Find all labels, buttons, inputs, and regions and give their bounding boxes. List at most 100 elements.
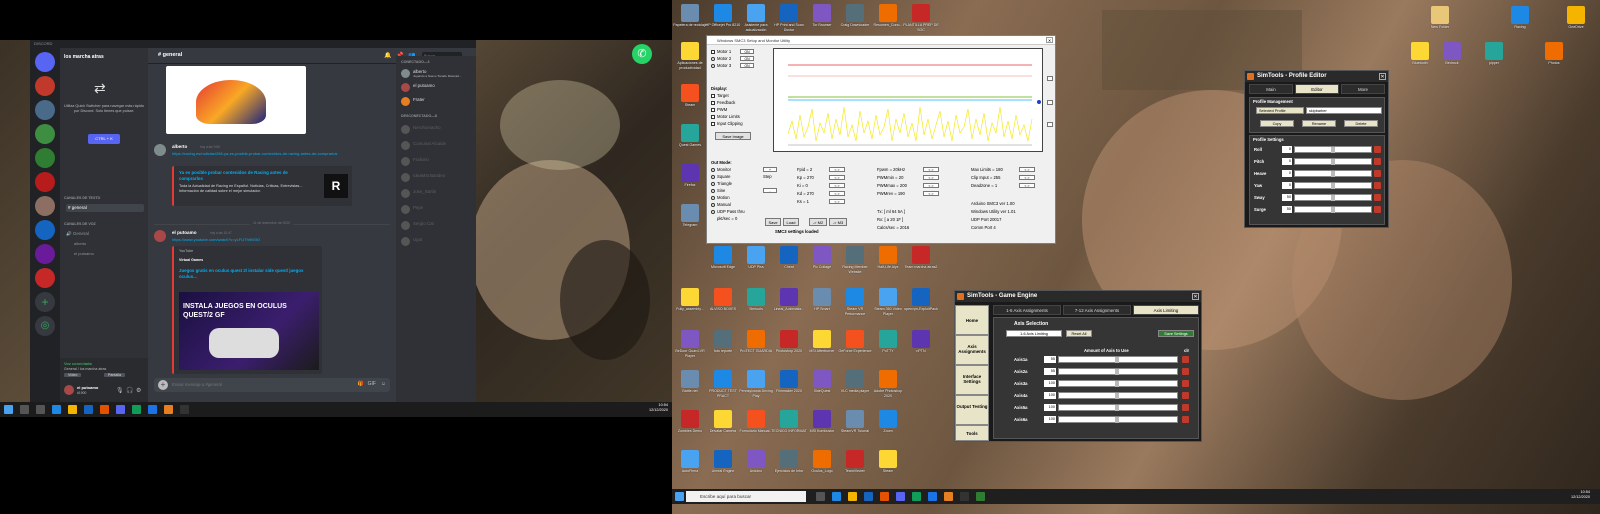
row-clear-button[interactable] xyxy=(1374,170,1381,177)
desktop-icon[interactable]: BeDoor Guard-VR Player xyxy=(672,330,708,366)
desktop-icon[interactable]: HP Smart xyxy=(804,288,840,324)
desktop-icon[interactable]: PRODUCT TEST PRACT xyxy=(705,370,741,406)
copy-m3-button[interactable]: -> M3 xyxy=(829,218,847,226)
desktop-icon[interactable]: Pennsylvania Driving Play xyxy=(738,370,774,406)
axis-clear-button[interactable] xyxy=(1182,404,1189,411)
video-button[interactable]: Vídeo xyxy=(64,373,82,377)
tab-axis-limiting[interactable]: Axis Limiting xyxy=(1133,305,1199,315)
member-item[interactable]: alberto Jugando a Nuevo Tocado Retocad... xyxy=(401,68,473,80)
outmode-option[interactable]: UDP Pass thru xyxy=(711,209,745,214)
desktop-icon[interactable]: SideQuest xyxy=(804,370,840,406)
tab-1-6-axis[interactable]: 1-6 Axis Assignments xyxy=(993,305,1061,315)
emoji-icon[interactable]: ☺ xyxy=(381,381,386,387)
member-item[interactable]: Nerohomacho xyxy=(401,124,473,136)
desktop-icon[interactable]: Lineal_Automatiz... xyxy=(771,288,807,324)
outmode-option[interactable]: Triangle xyxy=(711,181,732,186)
row-slider[interactable] xyxy=(1294,146,1372,153)
app-icon[interactable] xyxy=(148,405,157,414)
desktop-icon[interactable]: Quest Games xyxy=(672,124,708,160)
desktop-icon[interactable]: nPTN xyxy=(903,330,939,366)
app-icon[interactable] xyxy=(928,492,937,501)
desktop-icon[interactable]: Unreal Engine xyxy=(705,450,741,486)
avatar[interactable] xyxy=(64,385,74,395)
helmet-image[interactable] xyxy=(166,66,306,134)
slider-thumb[interactable] xyxy=(1115,381,1119,387)
member-item[interactable]: Sergio Cat xyxy=(401,220,473,232)
side-axis-assignments[interactable]: Axis Assignments xyxy=(955,335,989,365)
step-down-button[interactable]: - xyxy=(763,188,777,193)
axis-slider[interactable] xyxy=(1058,380,1178,387)
message-author[interactable]: alberto xyxy=(172,144,187,149)
discord-icon[interactable] xyxy=(896,492,905,501)
slider-thumb[interactable] xyxy=(1331,195,1335,201)
desktop-icon[interactable]: New Folder xyxy=(1422,6,1458,42)
slider-thumb[interactable] xyxy=(1331,171,1335,177)
param-adjust-button[interactable]: < > xyxy=(1019,183,1035,188)
slider-thumb[interactable] xyxy=(1331,183,1335,189)
param-adjust-button[interactable]: < > xyxy=(829,175,845,180)
axis-value[interactable]: 100 xyxy=(1044,404,1056,411)
gear-icon[interactable]: ⚙ xyxy=(136,387,141,394)
outmode-option[interactable]: Motion xyxy=(711,195,730,200)
message-link[interactable]: https://racing.es/noticias/266-ya-es-pos… xyxy=(172,151,382,156)
desktop-icon[interactable]: Battle.net xyxy=(672,370,708,406)
desktop-icon[interactable]: pipper xyxy=(1476,42,1512,78)
side-home[interactable]: Home xyxy=(955,305,989,335)
start-icon[interactable] xyxy=(4,405,13,414)
desktop-icon[interactable]: GeForce Experience xyxy=(837,330,873,366)
server-icon[interactable] xyxy=(35,268,55,288)
param-adjust-button[interactable]: < > xyxy=(1019,167,1035,172)
server-icon[interactable] xyxy=(35,220,55,240)
side-output-testing[interactable]: Output Testing xyxy=(955,395,989,425)
folder-icon[interactable] xyxy=(848,492,857,501)
row-value[interactable]: 0 xyxy=(1282,158,1292,165)
outmode-option[interactable]: Sine xyxy=(711,188,725,193)
desktop-icon[interactable]: SteamVR Tutorial xyxy=(837,410,873,446)
home-icon[interactable] xyxy=(35,52,55,72)
member-item[interactable]: Pepe xyxy=(401,204,473,216)
desktop-icon[interactable]: ALVISO BOXES xyxy=(705,288,741,324)
desktop-icon[interactable]: Photos xyxy=(1536,42,1572,78)
row-slider[interactable] xyxy=(1294,170,1372,177)
desktop-icon[interactable]: Steam 360 Video Player xyxy=(870,288,906,324)
voice-user[interactable]: alberto xyxy=(74,240,152,248)
member-item[interactable]: Frater xyxy=(401,96,473,108)
explore-icon[interactable]: ◎ xyxy=(35,316,55,336)
row-value[interactable]: 0 xyxy=(1282,146,1292,153)
delete-button[interactable]: Delete xyxy=(1344,120,1378,127)
close-icon[interactable]: ✕ xyxy=(1379,73,1386,80)
display-motorlimits-checkbox[interactable]: Motor Limits xyxy=(711,114,740,119)
tab-7-12-axis[interactable]: 7-12 Axis Assignments xyxy=(1063,305,1131,315)
simtools-icon[interactable] xyxy=(944,492,953,501)
row-slider[interactable] xyxy=(1294,158,1372,165)
tab-more[interactable]: More xyxy=(1341,84,1385,94)
param-adjust-button[interactable]: < > xyxy=(923,167,939,172)
embed-title[interactable]: Juegos gratis en oculus quest 2/ instala… xyxy=(179,268,309,280)
copy-button[interactable]: Copy xyxy=(1260,120,1294,127)
display-target-checkbox[interactable]: Target xyxy=(711,93,729,98)
desktop-icon[interactable]: Racing xyxy=(1502,6,1538,42)
server-icon[interactable] xyxy=(35,244,55,264)
firefox-icon[interactable] xyxy=(880,492,889,501)
app-icon[interactable] xyxy=(976,492,985,501)
desktop-icon[interactable]: Team marcha atras2 xyxy=(903,246,939,282)
row-slider[interactable] xyxy=(1294,206,1372,213)
bell-icon[interactable]: 🔔 xyxy=(384,52,391,59)
voice-connected[interactable]: Voz conectada xyxy=(64,361,92,366)
desktop-icon[interactable]: Zoom xyxy=(870,410,906,446)
message-input[interactable]: + Enviar mensaje a #general 🎁 GIF ☺ xyxy=(154,378,390,392)
row-clear-button[interactable] xyxy=(1374,194,1381,201)
scroll-button[interactable] xyxy=(1047,100,1053,105)
outmode-option[interactable]: Monitor xyxy=(711,167,731,172)
desktop-icon[interactable]: Zombies Demo xyxy=(672,410,708,446)
param-adjust-button[interactable]: < > xyxy=(829,167,845,172)
app-icon[interactable] xyxy=(180,405,189,414)
voice-category[interactable]: CANALES DE VOZ xyxy=(64,222,96,226)
axis-value[interactable]: 55 xyxy=(1044,368,1056,375)
display-feedback-checkbox[interactable]: Feedback xyxy=(711,100,735,105)
slider-thumb[interactable] xyxy=(1115,369,1119,375)
desktop-icon[interactable]: Oculus_Logo xyxy=(804,450,840,486)
desktop-icon[interactable]: PuTTY xyxy=(870,330,906,366)
embed-channel[interactable]: Virtual Games xyxy=(179,258,203,262)
desktop-icon[interactable]: Steam xyxy=(672,84,708,120)
